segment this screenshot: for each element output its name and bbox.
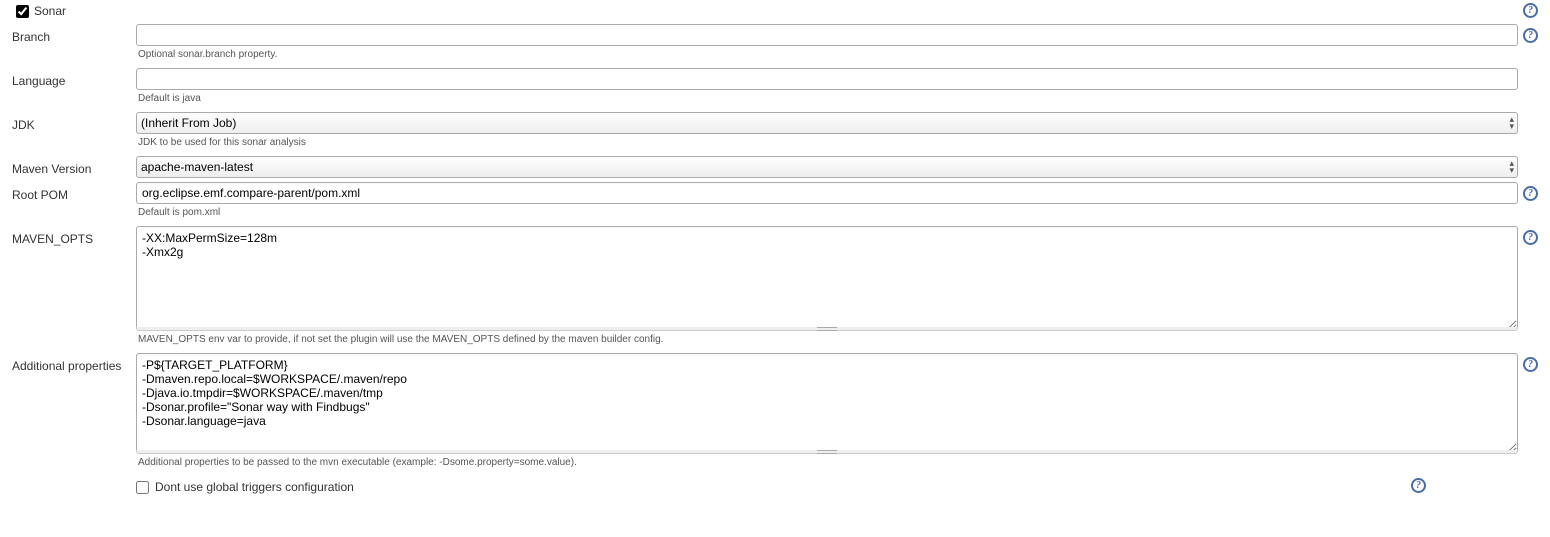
- branch-hint: Optional sonar.branch property.: [136, 46, 1518, 66]
- global-triggers-row: Dont use global triggers configuration ?: [8, 476, 1542, 498]
- additional-props-textarea[interactable]: [136, 353, 1518, 453]
- root-pom-hint: Default is pom.xml: [136, 204, 1518, 224]
- language-label: Language: [8, 68, 136, 92]
- additional-props-label: Additional properties: [8, 353, 136, 377]
- help-icon[interactable]: ?: [1523, 357, 1538, 372]
- maven-opts-row: MAVEN_OPTS MAVEN_OPTS env var to provide…: [8, 226, 1542, 351]
- root-pom-input[interactable]: [136, 182, 1518, 204]
- maven-opts-label: MAVEN_OPTS: [8, 226, 136, 250]
- maven-version-label: Maven Version: [8, 156, 136, 180]
- root-pom-label: Root POM: [8, 182, 136, 206]
- language-input[interactable]: [136, 68, 1518, 90]
- global-triggers-label: Dont use global triggers configuration: [155, 480, 354, 494]
- sonar-enable-checkbox[interactable]: [16, 5, 29, 18]
- maven-opts-textarea[interactable]: [136, 226, 1518, 330]
- jdk-label: JDK: [8, 112, 136, 136]
- jdk-select[interactable]: (Inherit From Job): [136, 112, 1518, 134]
- help-icon[interactable]: ?: [1523, 28, 1538, 43]
- branch-row: Branch Optional sonar.branch property. ?: [8, 24, 1542, 66]
- language-hint: Default is java: [136, 90, 1518, 110]
- language-row: Language Default is java: [8, 68, 1542, 110]
- help-icon[interactable]: ?: [1523, 230, 1538, 245]
- maven-version-row: Maven Version apache-maven-latest ▴▾: [8, 156, 1542, 180]
- jdk-row: JDK (Inherit From Job) ▴▾ JDK to be used…: [8, 112, 1542, 154]
- maven-opts-hint: MAVEN_OPTS env var to provide, if not se…: [136, 331, 1518, 351]
- root-pom-row: Root POM Default is pom.xml ?: [8, 182, 1542, 224]
- help-icon[interactable]: ?: [1411, 478, 1426, 493]
- help-icon[interactable]: ?: [1523, 186, 1538, 201]
- sonar-section-title: Sonar: [34, 4, 66, 18]
- jdk-hint: JDK to be used for this sonar analysis: [136, 134, 1518, 154]
- branch-input[interactable]: [136, 24, 1518, 46]
- branch-label: Branch: [8, 24, 136, 48]
- help-icon[interactable]: ?: [1523, 3, 1538, 18]
- additional-props-hint: Additional properties to be passed to th…: [136, 454, 1518, 474]
- additional-props-row: Additional properties Additional propert…: [8, 353, 1542, 474]
- global-triggers-checkbox[interactable]: [136, 481, 149, 494]
- sonar-section-header: Sonar ?: [8, 2, 1542, 24]
- maven-version-select[interactable]: apache-maven-latest: [136, 156, 1518, 178]
